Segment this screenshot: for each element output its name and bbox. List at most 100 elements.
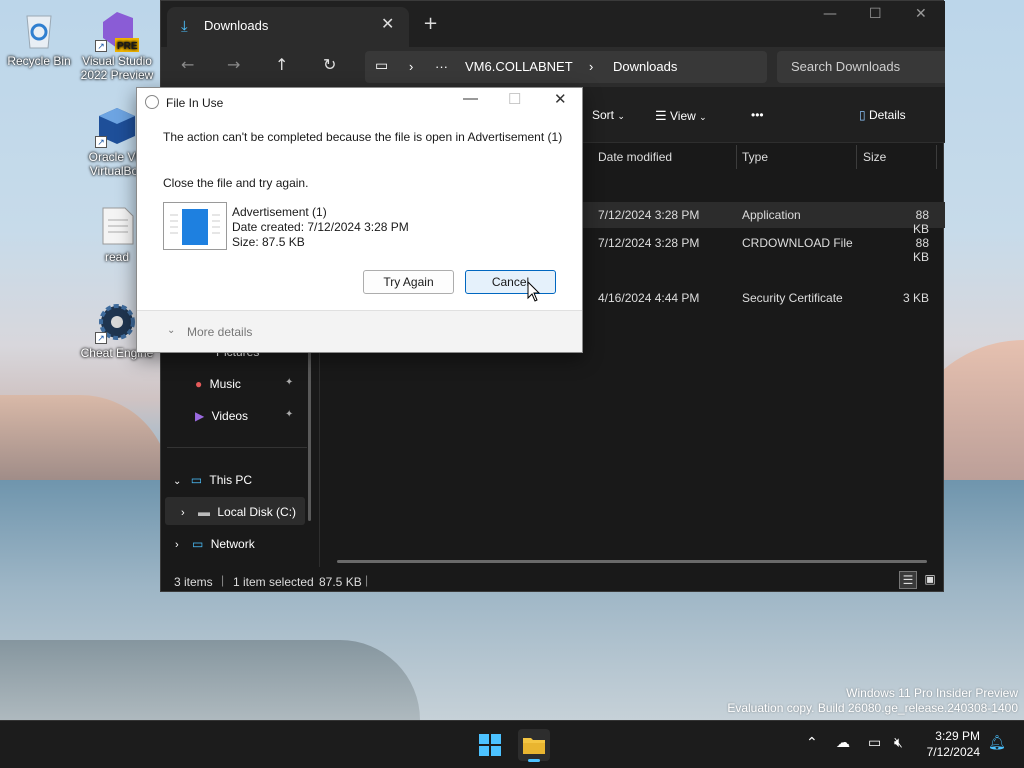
sidebar-item-local-disk[interactable]: › ▬ Local Disk (C:)	[181, 505, 296, 519]
sidebar-item-music[interactable]: ● Music ✦	[195, 377, 293, 391]
chevron-down-icon: ⌄	[699, 112, 707, 122]
column-divider[interactable]	[856, 145, 857, 169]
folder-icon	[523, 738, 545, 754]
mouse-cursor-icon	[527, 281, 541, 302]
sidebar-item-videos[interactable]: ▶ Videos ✦	[195, 409, 293, 423]
music-icon: ●	[195, 377, 203, 391]
clock-time: 3:29 PM	[935, 729, 980, 743]
show-hidden-icons-chevron-icon[interactable]: ⌃	[806, 735, 818, 751]
chevron-right-icon: ›	[181, 507, 185, 519]
visual-studio-icon: PRE ↗	[95, 8, 141, 52]
notification-bell-icon[interactable]: 🔔︎	[988, 735, 1006, 751]
sort-label: Sort	[592, 108, 615, 122]
view-list-icon: ☰	[655, 108, 667, 123]
breadcrumb-more[interactable]: ···	[435, 59, 448, 74]
dialog-instruction: Close the file and try again.	[163, 176, 309, 190]
application-file-icon	[170, 209, 220, 245]
onedrive-offline-icon[interactable]: ☁	[836, 735, 850, 751]
sidebar-item-this-pc[interactable]: ⌄ ▭ This PC	[173, 473, 252, 487]
view-label: View	[670, 109, 696, 123]
tab-label: Downloads	[204, 18, 269, 33]
more-options-button[interactable]: •••	[751, 108, 764, 122]
shortcut-arrow-icon: ↗	[95, 332, 107, 344]
desktop-icon-visual-studio[interactable]: PRE ↗ Visual Studio 2022 Preview	[80, 8, 154, 82]
taskbar-file-explorer[interactable]	[518, 729, 550, 762]
pre-badge: PRE	[117, 41, 138, 52]
column-divider[interactable]	[736, 145, 737, 169]
start-button[interactable]	[474, 729, 506, 761]
large-icons-view-icon[interactable]: ▣	[921, 571, 939, 589]
pin-icon: ✦	[285, 377, 294, 388]
minimize-button[interactable]: —	[823, 6, 837, 22]
sidebar-item-label: Music	[209, 377, 241, 391]
volume-muted-icon[interactable]: 🔇︎	[894, 735, 903, 751]
computer-icon: ▭	[375, 57, 389, 73]
file-info: Advertisement (1) Date created: 7/12/202…	[232, 205, 409, 250]
virtualbox-icon: ↗	[95, 104, 139, 148]
title-bar: ⤓ Downloads ✕ + — ☐ ✕	[161, 1, 945, 47]
search-input[interactable]: Search Downloads	[777, 51, 945, 83]
row-size: 3 KB	[902, 291, 929, 305]
try-again-button[interactable]: Try Again	[363, 270, 454, 294]
status-bar: 3 items | 1 item selected 87.5 KB | ☰ ▣	[161, 567, 945, 593]
download-icon: ⤓	[181, 17, 188, 35]
column-header-size[interactable]: Size	[863, 150, 886, 178]
dialog-close-button[interactable]: ✕	[554, 90, 567, 108]
column-header-date-modified[interactable]: Date modified	[598, 150, 672, 178]
tab-downloads[interactable]: ⤓ Downloads ✕	[167, 7, 409, 47]
desktop-icon-label: Recycle Bin	[7, 54, 71, 68]
monitor-icon: ▭	[190, 473, 203, 487]
more-details-toggle[interactable]: More details	[187, 325, 252, 339]
watermark-build: Evaluation copy. Build 26080.ge_release.…	[727, 701, 1018, 715]
desktop-icon-recycle-bin[interactable]: Recycle Bin	[2, 8, 76, 68]
dialog-title: File In Use	[166, 96, 224, 110]
details-pane-button[interactable]: ▯ Details	[859, 108, 906, 122]
status-divider: |	[221, 573, 225, 587]
dialog-maximize-button: ☐	[508, 91, 522, 108]
file-thumbnail	[163, 202, 227, 250]
sidebar-item-network[interactable]: › ▭ Network	[175, 537, 255, 551]
address-bar: ← → ↑ ↻ ▭ › ··· VM6.COLLABNET › Download…	[161, 47, 945, 87]
details-label: Details	[868, 108, 906, 122]
status-selected: 1 item selected	[233, 575, 314, 589]
sidebar-item-label: Videos	[211, 409, 249, 423]
back-button[interactable]: ←	[181, 55, 194, 74]
sort-button[interactable]: Sort ⌄	[592, 108, 625, 122]
refresh-button[interactable]: ↻	[323, 55, 336, 74]
row-size: 88 KB	[912, 236, 929, 264]
breadcrumb-downloads[interactable]: Downloads	[613, 59, 677, 74]
pin-icon: ✦	[285, 409, 294, 420]
horizontal-scrollbar[interactable]	[337, 560, 927, 563]
chevron-down-icon[interactable]: ⌄	[167, 325, 175, 336]
file-name: Advertisement (1)	[232, 205, 327, 219]
active-app-indicator	[528, 759, 540, 762]
cancel-button[interactable]: Cancel	[465, 270, 556, 294]
chevron-down-icon: ⌄	[617, 111, 625, 121]
text-file-icon	[95, 204, 139, 248]
up-button[interactable]: ↑	[275, 55, 288, 74]
close-window-button[interactable]: ✕	[915, 6, 927, 22]
videos-icon: ▶	[195, 409, 205, 423]
windows-logo-icon	[479, 734, 501, 756]
system-clock[interactable]: 3:29 PM 7/12/2024	[918, 728, 980, 760]
drive-icon: ▬	[198, 505, 211, 519]
close-tab-icon[interactable]: ✕	[381, 14, 394, 33]
sidebar-item-label: Local Disk (C:)	[217, 505, 297, 519]
view-button[interactable]: ☰ View ⌄	[655, 108, 707, 124]
column-header-type[interactable]: Type	[742, 150, 768, 178]
file-date-created: Date created: 7/12/2024 3:28 PM	[232, 220, 409, 234]
new-tab-button[interactable]: +	[423, 13, 438, 34]
breadcrumb-vm6-collabnet[interactable]: VM6.COLLABNET	[465, 59, 573, 74]
chevron-right-icon: ›	[409, 59, 414, 74]
desktop-icon-label: Visual Studio 2022 Preview	[80, 54, 154, 82]
row-type: Application	[742, 208, 801, 222]
breadcrumb[interactable]: ▭ › ··· VM6.COLLABNET › Downloads	[365, 51, 767, 83]
column-divider[interactable]	[936, 145, 937, 169]
maximize-button[interactable]: ☐	[869, 6, 882, 22]
details-view-icon[interactable]: ☰	[899, 571, 917, 589]
dialog-minimize-button[interactable]: —	[463, 90, 478, 107]
search-placeholder: Search Downloads	[791, 59, 901, 74]
forward-button[interactable]: →	[227, 55, 240, 74]
network-status-icon[interactable]: ▭	[868, 735, 881, 751]
chevron-right-icon: ›	[175, 539, 179, 551]
